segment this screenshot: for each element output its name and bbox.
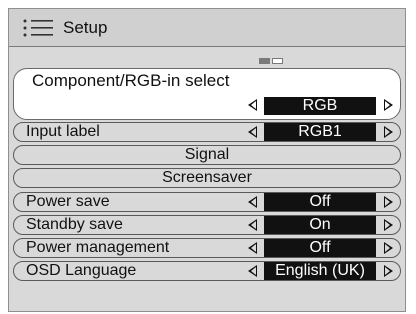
setup-menu-window: Setup Component/RGB-in select RGB Input … bbox=[8, 8, 406, 312]
right-arrow-icon[interactable] bbox=[384, 265, 393, 277]
power-management-value: Off bbox=[264, 239, 376, 257]
menu-item-screensaver[interactable]: Screensaver bbox=[13, 168, 401, 188]
menu-item-osd-language[interactable]: OSD Language English (UK) bbox=[13, 261, 401, 281]
menu-item-label: OSD Language bbox=[26, 262, 137, 279]
left-arrow-icon[interactable] bbox=[248, 99, 257, 111]
menu-item-signal[interactable]: Signal bbox=[13, 145, 401, 165]
component-rgb-select-row[interactable]: Component/RGB-in select RGB bbox=[13, 68, 401, 120]
menu-panel: Component/RGB-in select RGB Input label … bbox=[13, 53, 401, 309]
page-indicator bbox=[259, 58, 285, 64]
left-arrow-icon[interactable] bbox=[248, 196, 257, 208]
right-arrow-icon[interactable] bbox=[384, 126, 393, 138]
menu-item-label: Input label bbox=[26, 123, 100, 140]
menu-item-power-management[interactable]: Power management Off bbox=[13, 238, 401, 258]
menu-item-standby-save[interactable]: Standby save On bbox=[13, 215, 401, 235]
menu-item-label: Standby save bbox=[26, 216, 123, 233]
standby-save-value: On bbox=[264, 216, 376, 234]
menu-item-label: Power save bbox=[26, 193, 110, 210]
left-arrow-icon[interactable] bbox=[248, 242, 257, 254]
right-arrow-icon[interactable] bbox=[384, 219, 393, 231]
right-arrow-icon[interactable] bbox=[384, 99, 393, 111]
menu-item-power-save[interactable]: Power save Off bbox=[13, 192, 401, 212]
menu-header: Setup bbox=[9, 9, 405, 47]
menu-item-input-label[interactable]: Input label RGB1 bbox=[13, 122, 401, 142]
component-rgb-select-value: RGB bbox=[264, 97, 376, 115]
left-arrow-icon[interactable] bbox=[248, 126, 257, 138]
left-arrow-icon[interactable] bbox=[248, 265, 257, 277]
right-arrow-icon[interactable] bbox=[384, 196, 393, 208]
menu-item-label: Power management bbox=[26, 239, 170, 256]
power-save-value: Off bbox=[264, 193, 376, 211]
menu-item-label: Screensaver bbox=[162, 169, 252, 186]
input-label-value: RGB1 bbox=[264, 123, 376, 141]
left-arrow-icon[interactable] bbox=[248, 219, 257, 231]
menu-list-icon bbox=[23, 19, 53, 37]
osd-language-value: English (UK) bbox=[264, 262, 376, 280]
component-rgb-select-label: Component/RGB-in select bbox=[32, 71, 230, 90]
menu-item-label: Signal bbox=[184, 146, 230, 163]
right-arrow-icon[interactable] bbox=[384, 242, 393, 254]
page-title: Setup bbox=[63, 18, 108, 37]
